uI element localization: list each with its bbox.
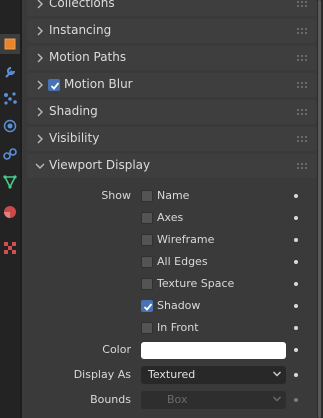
- constraints-tab[interactable]: [0, 144, 20, 164]
- color-label: Color: [102, 343, 131, 356]
- option-label: All Edges: [157, 255, 208, 268]
- panel-title: Viewport Display: [49, 158, 151, 172]
- color-swatch[interactable]: [141, 342, 286, 359]
- motion-blur-checkbox[interactable]: [48, 79, 60, 91]
- show-wireframe-checkbox[interactable]: [141, 234, 153, 246]
- keyframe-dot-icon[interactable]: [294, 348, 298, 352]
- chevron-right-icon: [37, 53, 43, 63]
- chevron-right-icon: [37, 134, 43, 144]
- panel-shading[interactable]: Shading: [27, 100, 317, 124]
- chevron-right-icon: [37, 26, 43, 36]
- chevron-right-icon: [37, 80, 43, 90]
- physics-tab[interactable]: [0, 116, 20, 136]
- data-tab[interactable]: [0, 172, 20, 192]
- keyframe-dot-icon[interactable]: [294, 216, 298, 220]
- panel-title: Collections: [49, 0, 115, 10]
- panel-visibility[interactable]: Visibility: [27, 127, 317, 151]
- drag-grip-icon[interactable]: [297, 27, 309, 35]
- chevron-down-icon: [35, 163, 45, 169]
- panel-instancing[interactable]: Instancing: [27, 19, 317, 43]
- option-label: Wireframe: [157, 233, 215, 246]
- panel-motion-paths[interactable]: Motion Paths: [27, 46, 317, 70]
- show-all-edges-checkbox[interactable]: [141, 256, 153, 268]
- option-label: Name: [157, 189, 190, 202]
- keyframe-dot-icon[interactable]: [294, 398, 298, 402]
- show-axes-checkbox[interactable]: [141, 212, 153, 224]
- panel-title: Motion Blur: [64, 77, 133, 91]
- texture-tab[interactable]: [0, 238, 20, 258]
- object-tab[interactable]: [0, 34, 20, 54]
- wrench-icon: [5, 66, 16, 78]
- constraint-icon: [3, 148, 17, 160]
- drag-grip-icon[interactable]: [297, 108, 309, 116]
- checker-texture-icon: [4, 242, 16, 254]
- keyframe-dot-icon[interactable]: [294, 260, 298, 264]
- checkmark-icon: [50, 82, 60, 90]
- keyframe-dot-icon[interactable]: [294, 326, 298, 330]
- object-square-icon: [4, 38, 16, 50]
- option-label: Axes: [157, 211, 184, 224]
- chevron-right-icon: [37, 0, 43, 9]
- modifiers-tab[interactable]: [0, 62, 20, 82]
- panel-collections[interactable]: Collections: [27, 0, 317, 16]
- bounds-dropdown[interactable]: Box: [141, 391, 286, 409]
- physics-orbit-icon: [3, 119, 17, 133]
- option-label: Texture Space: [157, 277, 235, 290]
- drag-grip-icon[interactable]: [297, 81, 309, 89]
- show-shadow-checkbox[interactable]: [141, 300, 153, 312]
- chevron-right-icon: [37, 107, 43, 117]
- keyframe-dot-icon[interactable]: [294, 373, 298, 377]
- drag-grip-icon[interactable]: [297, 162, 309, 170]
- bounds-label: Bounds: [90, 393, 131, 406]
- keyframe-dot-icon[interactable]: [294, 304, 298, 308]
- drag-grip-icon[interactable]: [297, 0, 309, 8]
- panel-title: Shading: [49, 104, 98, 118]
- particles-tab[interactable]: [0, 88, 20, 108]
- show-in-front-checkbox[interactable]: [141, 322, 153, 334]
- display-as-dropdown[interactable]: Textured: [141, 366, 286, 384]
- panel-title: Instancing: [49, 23, 112, 37]
- option-label: Shadow: [157, 299, 201, 312]
- checkmark-icon: [143, 303, 153, 311]
- keyframe-dot-icon[interactable]: [294, 238, 298, 242]
- display-as-label: Display As: [73, 368, 131, 381]
- display-as-value: Textured: [148, 368, 196, 381]
- show-label: Show: [101, 189, 131, 202]
- panel-title: Motion Paths: [49, 50, 127, 64]
- show-texture-space-checkbox[interactable]: [141, 278, 153, 290]
- chevron-down-icon: [273, 371, 281, 377]
- particles-icon: [4, 92, 17, 105]
- material-sphere-icon: [4, 206, 16, 218]
- scrollbar-thumb[interactable]: [318, 0, 321, 418]
- panel-title: Visibility: [49, 131, 100, 145]
- keyframe-dot-icon[interactable]: [294, 194, 298, 198]
- show-name-checkbox[interactable]: [141, 190, 153, 202]
- keyframe-dot-icon[interactable]: [294, 282, 298, 286]
- vertex-data-icon: [3, 175, 17, 189]
- chevron-down-icon: [273, 396, 281, 402]
- option-label: In Front: [157, 321, 199, 334]
- bounds-value: Box: [167, 393, 188, 406]
- drag-grip-icon[interactable]: [297, 135, 309, 143]
- panel-viewport-display[interactable]: Viewport Display: [27, 154, 317, 178]
- properties-tab-bar: [0, 0, 20, 418]
- material-tab[interactable]: [0, 202, 20, 222]
- drag-grip-icon[interactable]: [297, 54, 309, 62]
- panel-motion-blur[interactable]: Motion Blur: [27, 73, 317, 97]
